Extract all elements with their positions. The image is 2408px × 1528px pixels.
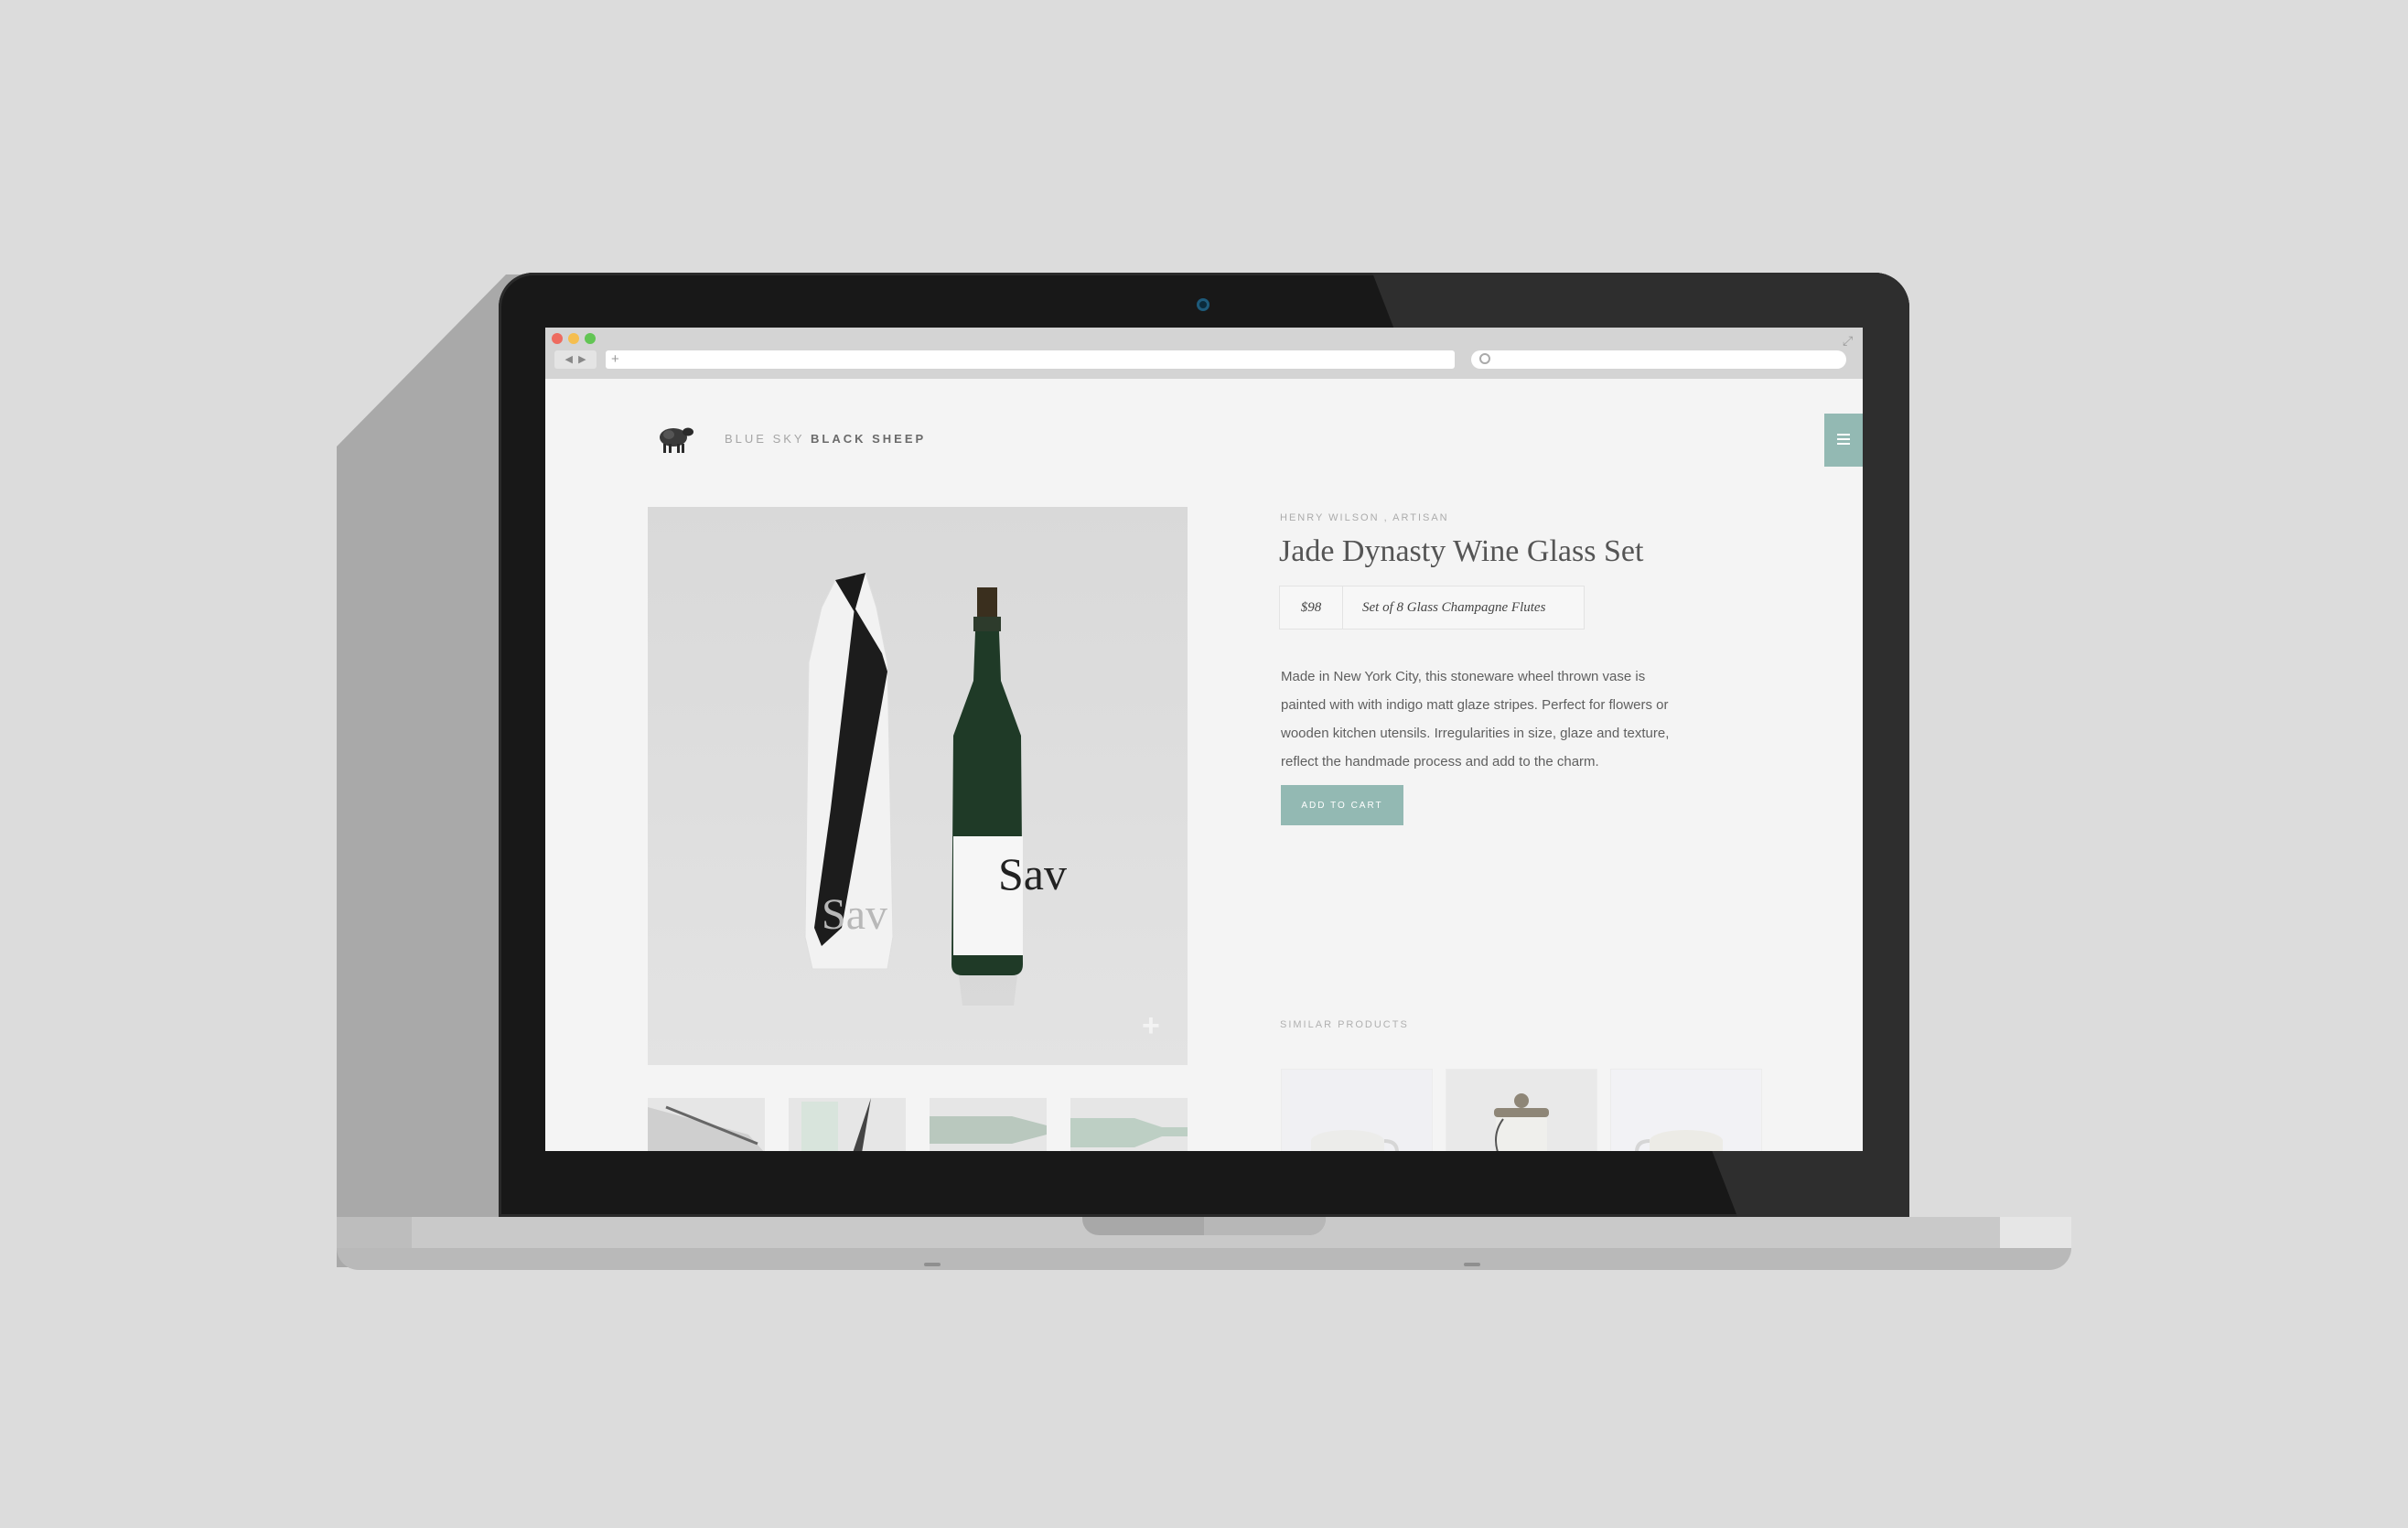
product-variant[interactable]: Set of 8 Glass Champagne Flutes	[1362, 586, 1545, 629]
webcam	[1197, 298, 1209, 311]
price-variant-box: $98 Set of 8 Glass Champagne Flutes	[1279, 586, 1585, 629]
menu-button[interactable]	[1824, 414, 1863, 467]
jar-image	[1446, 1070, 1596, 1151]
minimize-window-button[interactable]	[568, 333, 579, 344]
thumbnail-4-image	[1070, 1118, 1188, 1147]
maximize-window-button[interactable]	[585, 333, 596, 344]
laptop-base-right-edge	[2000, 1217, 2071, 1248]
thumbnail-3-image	[930, 1116, 1047, 1144]
close-window-button[interactable]	[552, 333, 563, 344]
mug-image	[1611, 1070, 1761, 1151]
sheep-logo-icon[interactable]	[653, 423, 695, 456]
new-tab-plus-icon[interactable]: +	[611, 350, 619, 369]
laptop-foot	[1464, 1263, 1480, 1266]
browser-chrome: ◀ ▶ + ⤢	[545, 328, 1863, 379]
thumbnail-2-image	[801, 1098, 871, 1151]
forward-icon[interactable]: ▶	[578, 354, 586, 365]
product-title: Jade Dynasty Wine Glass Set	[1279, 534, 1644, 568]
add-to-cart-button[interactable]: ADD TO CART	[1281, 785, 1403, 825]
maker-name[interactable]: HENRY WILSON	[1280, 512, 1380, 523]
champagne-bottles-illustration	[648, 507, 1188, 1065]
thumbnail-2[interactable]	[789, 1098, 906, 1151]
mug-image	[1282, 1070, 1432, 1151]
web-page: BLUE SKY BLACK SHEEP Sav Sav + HENRY WIL…	[545, 379, 1863, 1151]
zoom-plus-icon[interactable]: +	[1142, 1008, 1160, 1044]
brand-part-2: BLACK SHEEP	[810, 432, 927, 446]
similar-product-card[interactable]	[1610, 1069, 1762, 1151]
laptop-bottom	[337, 1248, 2071, 1270]
product-description: Made in New York City, this stoneware wh…	[1281, 669, 1670, 769]
product-price: $98	[1280, 586, 1343, 629]
laptop-notch-highlight	[1204, 1217, 1326, 1235]
similar-product-card[interactable]	[1281, 1069, 1433, 1151]
search-icon	[1479, 353, 1490, 364]
maker-separator: ,	[1383, 512, 1389, 523]
back-icon[interactable]: ◀	[564, 354, 572, 365]
brand-wordmark[interactable]: BLUE SKY BLACK SHEEP	[725, 432, 926, 446]
similar-product-card[interactable]	[1446, 1069, 1597, 1151]
thumbnail-4[interactable]	[1070, 1098, 1188, 1151]
bottle-label-text: Sav	[998, 848, 1067, 899]
laptop-base-left-edge	[337, 1217, 412, 1248]
browser-search-field[interactable]	[1471, 350, 1846, 369]
address-bar[interactable]: +	[606, 350, 1455, 369]
thumbnail-1-image	[648, 1105, 764, 1151]
thumbnail-1[interactable]	[648, 1098, 765, 1151]
wrapped-bottle-label-text: Sav	[822, 890, 887, 939]
laptop-screen: ◀ ▶ + ⤢ BLUE SKY BLACK SHEEP Sav Sav + H…	[545, 328, 1863, 1151]
product-main-image[interactable]: Sav Sav +	[648, 507, 1188, 1065]
history-nav: ◀ ▶	[554, 350, 597, 369]
brand-part-1: BLUE SKY	[725, 432, 805, 446]
thumbnail-3[interactable]	[930, 1098, 1047, 1151]
expand-icon[interactable]: ⤢	[1843, 333, 1853, 349]
laptop-foot	[924, 1263, 941, 1266]
maker-role: ARTISAN	[1392, 512, 1449, 523]
product-maker: HENRY WILSON , ARTISAN	[1280, 512, 1449, 523]
similar-products-heading: SIMILAR PRODUCTS	[1280, 1019, 1409, 1030]
